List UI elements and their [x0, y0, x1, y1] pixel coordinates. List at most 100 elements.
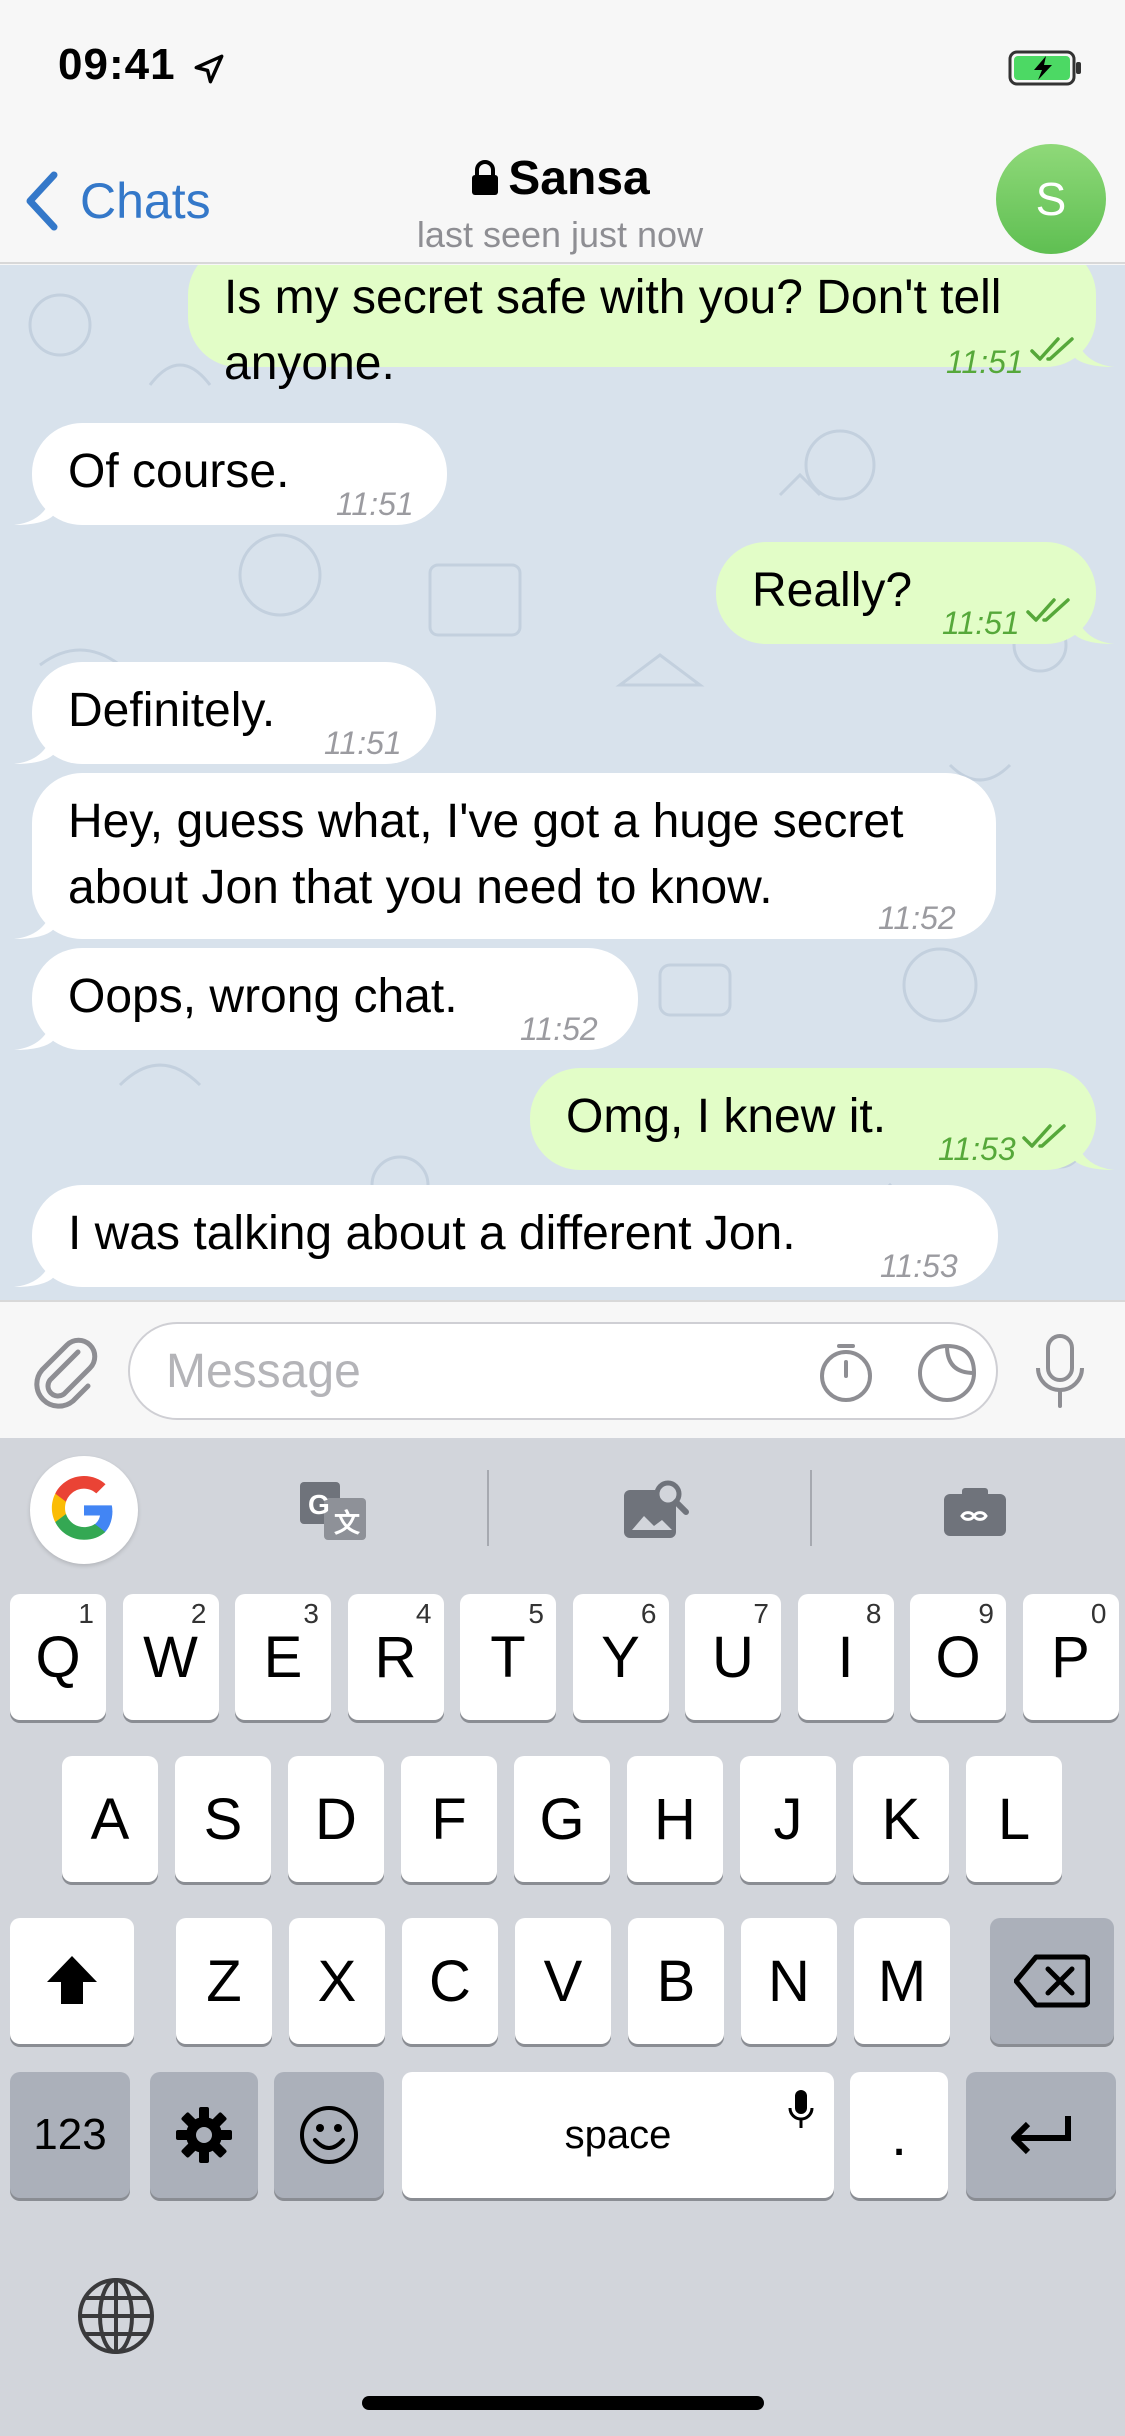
key-m[interactable]: M — [854, 1918, 950, 2044]
key-f[interactable]: F — [401, 1756, 497, 1882]
backspace-icon — [1014, 1954, 1090, 2008]
gif-icon[interactable] — [940, 1480, 1010, 1542]
mic-icon[interactable] — [1032, 1332, 1088, 1412]
message-time: 11:51 — [324, 725, 402, 761]
key-h[interactable]: H — [627, 1756, 723, 1882]
svg-text:G: G — [308, 1489, 330, 1520]
key-r[interactable]: R4 — [347, 1594, 444, 1720]
input-bar — [0, 1300, 1125, 1438]
back-button[interactable]: Chats — [22, 166, 211, 236]
bubble-tail — [14, 1247, 54, 1287]
message-time: 11:51 — [336, 486, 414, 522]
key-w[interactable]: W2 — [122, 1594, 219, 1720]
chat-title[interactable]: Sansa last seen just now — [320, 148, 800, 256]
message-text: Definitely. — [68, 684, 276, 737]
message-bubble-ingoing[interactable]: Hey, guess what, I've got a huge secret a… — [14, 773, 996, 939]
message-time: 11:51 — [946, 344, 1024, 380]
message-bubble-ingoing[interactable]: Oops, wrong chat. 11:52 — [14, 948, 638, 1050]
google-button[interactable] — [30, 1456, 138, 1564]
key-label: I — [837, 1624, 854, 1690]
space-label: space — [564, 2112, 672, 2157]
key-i[interactable]: I8 — [797, 1594, 894, 1720]
numbers-key[interactable]: 123 — [10, 2072, 130, 2198]
key-label: P — [1051, 1624, 1090, 1690]
sticker-icon[interactable] — [916, 1342, 978, 1404]
key-number-hint: 1 — [78, 1598, 94, 1629]
attach-icon[interactable] — [30, 1332, 100, 1412]
key-label: F — [431, 1786, 467, 1852]
key-label: R — [374, 1624, 417, 1690]
return-key[interactable] — [966, 2072, 1116, 2198]
bubble-tail — [1074, 1130, 1114, 1170]
key-label: J — [773, 1786, 803, 1852]
key-q[interactable]: Q1 — [10, 1594, 106, 1720]
message-time: 11:53 — [938, 1131, 1016, 1167]
key-label: G — [539, 1786, 585, 1852]
key-label: E — [263, 1624, 303, 1690]
key-a[interactable]: A — [62, 1756, 158, 1882]
key-label: L — [997, 1786, 1031, 1852]
chat-area[interactable]: Is my secret safe with you? Don't tell an… — [0, 265, 1125, 1300]
key-c[interactable]: C — [402, 1918, 498, 2044]
toolbar-separator — [810, 1470, 812, 1546]
key-l[interactable]: L — [966, 1756, 1062, 1882]
message-text: Is my secret safe with you? Don't tell — [224, 271, 1002, 324]
key-g[interactable]: G — [514, 1756, 610, 1882]
key-j[interactable]: J — [740, 1756, 836, 1882]
message-input[interactable] — [166, 1340, 726, 1402]
space-key[interactable]: space — [402, 2072, 834, 2198]
message-bubble-outgoing[interactable]: Omg, I knew it. 11:53 — [530, 1068, 1114, 1170]
key-n[interactable]: N — [741, 1918, 837, 2044]
bubble-tail — [14, 724, 54, 764]
key-k[interactable]: K — [853, 1756, 949, 1882]
message-field[interactable] — [128, 1322, 998, 1420]
message-bubble-outgoing[interactable]: Really? 11:51 — [716, 542, 1114, 644]
key-label: D — [315, 1786, 357, 1852]
keyboard-toolbar: G 文 — [0, 1438, 1125, 1578]
shift-key[interactable] — [10, 1918, 134, 2044]
period-key[interactable]: . — [850, 2072, 948, 2198]
translate-icon[interactable]: G 文 — [298, 1480, 368, 1542]
key-label: T — [490, 1624, 526, 1690]
location-arrow-icon — [194, 54, 224, 84]
bubble-tail — [14, 485, 54, 525]
key-y[interactable]: Y6 — [572, 1594, 669, 1720]
key-u[interactable]: U7 — [685, 1594, 781, 1720]
key-label: S — [203, 1786, 243, 1852]
key-label: Z — [206, 1948, 242, 2014]
status-time: 09:41 — [58, 40, 176, 89]
key-x[interactable]: X — [289, 1918, 385, 2044]
key-v[interactable]: V — [515, 1918, 611, 2044]
key-p[interactable]: P0 — [1022, 1594, 1119, 1720]
message-bubble-ingoing[interactable]: Of course. 11:51 — [14, 423, 447, 525]
message-bubble-ingoing[interactable]: Definitely. 11:51 — [14, 662, 436, 764]
key-e[interactable]: E3 — [235, 1594, 331, 1720]
key-number-hint: 2 — [190, 1598, 207, 1629]
key-z[interactable]: Z — [176, 1918, 272, 2044]
timer-icon[interactable] — [816, 1342, 876, 1404]
key-number-hint: 9 — [978, 1598, 994, 1629]
key-label: O — [935, 1624, 981, 1690]
globe-icon[interactable] — [76, 2276, 156, 2356]
chat-name: Sansa — [508, 151, 650, 205]
key-label: M — [877, 1948, 927, 2014]
return-icon — [1011, 2116, 1071, 2155]
key-number-hint: 7 — [753, 1598, 769, 1629]
message-bubble-outgoing[interactable]: Is my secret safe with you? Don't tell an… — [188, 265, 1114, 390]
backspace-key[interactable] — [990, 1918, 1114, 2044]
avatar[interactable]: S — [996, 144, 1106, 254]
space-mic-icon — [788, 2090, 814, 2128]
key-o[interactable]: O9 — [910, 1594, 1006, 1720]
key-t[interactable]: T5 — [460, 1594, 556, 1720]
settings-key[interactable] — [150, 2072, 258, 2198]
key-b[interactable]: B — [628, 1918, 724, 2044]
message-text: Oops, wrong chat. — [68, 970, 458, 1023]
message-text: Hey, guess what, I've got a huge secret — [68, 795, 904, 848]
emoji-key[interactable] — [274, 2072, 384, 2198]
key-s[interactable]: S — [175, 1756, 271, 1882]
key-number-hint: 6 — [640, 1598, 657, 1629]
read-checks-icon — [1030, 337, 1074, 361]
message-bubble-ingoing[interactable]: I was talking about a different Jon. 11:5… — [14, 1185, 998, 1287]
image-search-icon[interactable] — [620, 1480, 690, 1542]
key-d[interactable]: D — [288, 1756, 384, 1882]
